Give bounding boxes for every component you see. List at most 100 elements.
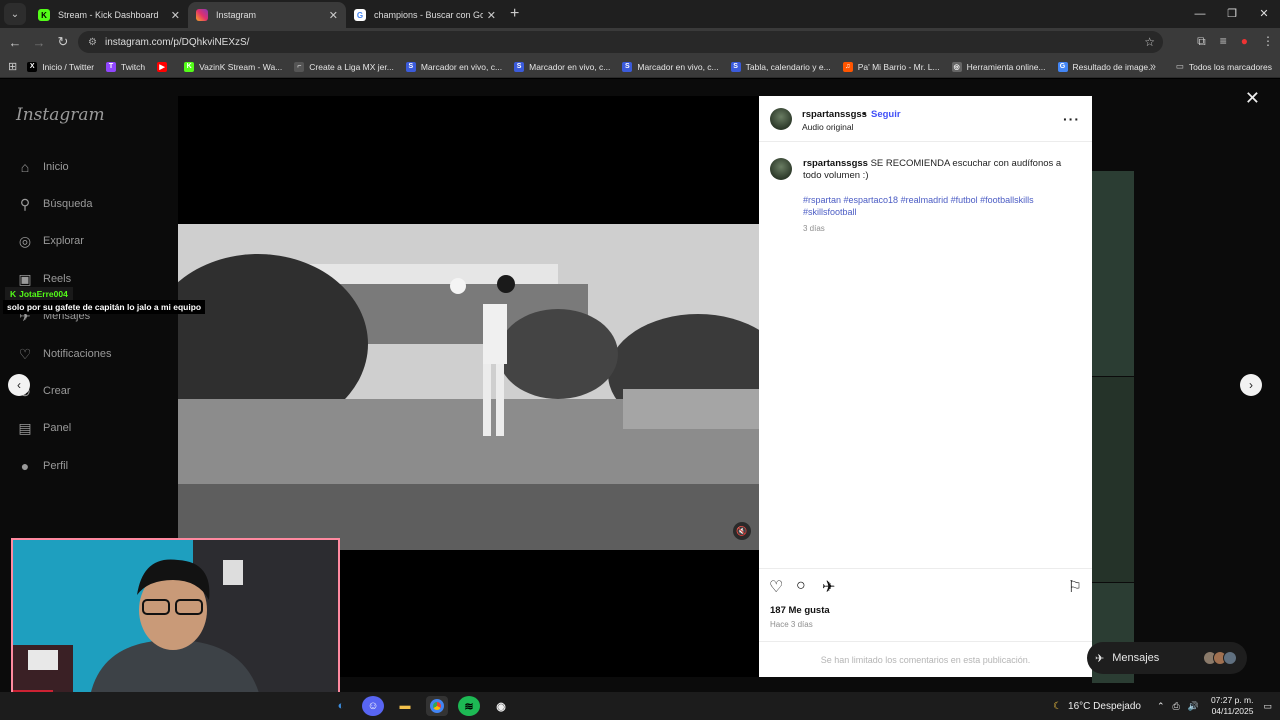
search-icon: ⚲ [19, 195, 31, 212]
bookmark-favicon-icon: ♫ [842, 61, 853, 72]
extensions-icon[interactable]: ⧉ [1197, 34, 1206, 49]
next-post-arrow-icon[interactable]: › [1240, 374, 1262, 396]
discord-icon[interactable]: ☺ [362, 696, 384, 716]
toolbar: ← → ↻ ⚙ instagram.com/p/DQhkviNEXzS/ ☆ ⧉… [0, 28, 1280, 56]
bookmark-item[interactable]: K VazinK Stream - Wa... [184, 61, 282, 72]
tray-chevron-icon[interactable]: ⌃ [1157, 701, 1165, 712]
audio-label[interactable]: Audio original [802, 122, 854, 132]
moon-icon: ☾ [1053, 700, 1063, 712]
obs-icon[interactable]: ◉ [490, 696, 512, 716]
tab-google[interactable]: G champions - Buscar con Google ✕ [346, 2, 504, 28]
bookmark-item[interactable]: ◎ Herramienta online... [951, 61, 1046, 72]
bookmark-item[interactable]: S Marcador en vivo, c... [622, 61, 719, 72]
menu-icon[interactable]: ⋮ [1262, 34, 1274, 49]
compass-icon: ◎ [18, 232, 32, 249]
bookmark-item[interactable]: S Tabla, calendario y e... [730, 61, 831, 72]
bookmark-item[interactable]: S Marcador en vivo, c... [405, 61, 502, 72]
follow-button[interactable]: Seguir [871, 109, 901, 120]
post-video[interactable]: 🔇 [178, 224, 759, 550]
new-tab-button[interactable]: + [510, 5, 519, 23]
bookmarks-bar: ⊞ X Inicio / Twitter T Twitch ▶ K VazinK Strea… [0, 56, 1280, 78]
prev-post-arrow-icon[interactable]: ‹ [8, 374, 30, 396]
caption-username[interactable]: rspartanssgss [803, 158, 868, 169]
nav-item-reels[interactable]: ▣ Reels [16, 270, 71, 288]
bookmark-item[interactable]: ▶ [157, 61, 172, 72]
close-icon[interactable]: ✕ [1245, 88, 1260, 109]
folder-icon: ▭ [1175, 61, 1184, 71]
media-control-icon[interactable]: ≡ [1220, 34, 1227, 49]
minimize-icon[interactable]: — [1184, 0, 1216, 28]
taskbar: ◐ ☺ ▬ ≋ ◉ ☾ 16°C Despejado ⌃ ⎙ 🔊 07:27 p… [0, 692, 1280, 720]
edge-icon[interactable]: ◐ [330, 696, 352, 716]
apps-icon[interactable]: ⊞ [8, 60, 17, 73]
like-heart-icon[interactable]: ♡ [769, 577, 783, 597]
instagram-logo[interactable]: Instagram [16, 105, 105, 125]
chat-username: K JotaErre004 [5, 287, 73, 300]
close-window-icon[interactable]: ✕ [1248, 0, 1280, 28]
bookmark-item[interactable]: ♫ Pa' Mi Barrio - Mr. L... [842, 61, 940, 72]
nav-item-inicio[interactable]: ⌂ Inicio [16, 158, 69, 176]
messages-button[interactable]: ✈ Mensajes [1087, 642, 1247, 674]
screen: ⌄ K Stream - Kick Dashboard ✕ Instagram … [0, 0, 1280, 720]
tab-kick[interactable]: K Stream - Kick Dashboard ✕ [30, 2, 188, 28]
mute-icon[interactable]: 🔇 [733, 522, 751, 540]
avatar[interactable] [770, 108, 792, 130]
avatar[interactable] [770, 158, 792, 180]
toolbar-icons: ⧉ ≡ ● ⋮ [1197, 34, 1274, 49]
notifications-icon[interactable]: ▭ [1263, 701, 1272, 712]
post-age: 3 días [803, 224, 825, 233]
panel-icon: ▤ [18, 419, 32, 436]
clock[interactable]: 07:27 p. m. 04/11/2025 [1211, 695, 1254, 717]
tab-title: Stream - Kick Dashboard [58, 10, 159, 20]
bookmark-item[interactable]: X Inicio / Twitter [27, 61, 95, 72]
forward-icon[interactable]: → [27, 35, 51, 50]
share-icon[interactable]: ✈ [822, 577, 835, 597]
bookmark-label: Inicio / Twitter [42, 61, 95, 72]
bookmark-favicon-icon: S [622, 61, 633, 72]
bookmark-item[interactable]: S Marcador en vivo, c... [514, 61, 610, 72]
hashtags[interactable]: #rspartan #espartaco18 #realmadrid #futb… [803, 194, 1063, 218]
nav-item-perfil[interactable]: ● Perfil [16, 457, 68, 475]
clock-time: 07:27 p. m. [1210, 695, 1254, 705]
likes-count[interactable]: 187 Me gusta [770, 605, 830, 616]
weather-widget[interactable]: ☾ 16°C Despejado [1053, 701, 1141, 712]
nav-item-notificaciones[interactable]: ♡ Notificaciones [16, 345, 112, 363]
nav-item-panel[interactable]: ▤ Panel [16, 419, 71, 437]
tab-instagram[interactable]: Instagram ✕ [188, 2, 346, 28]
more-bookmarks-icon[interactable]: » [1150, 61, 1156, 73]
back-icon[interactable]: ← [3, 35, 27, 50]
chrome-icon[interactable] [426, 696, 448, 716]
post-header: rspartanssgss • Seguir Audio original ··… [759, 96, 1092, 142]
reload-icon[interactable]: ↻ [51, 34, 75, 50]
post-username[interactable]: rspartanssgss [802, 109, 867, 120]
grid-thumbnail[interactable] [1092, 171, 1134, 376]
more-options-icon[interactable]: ··· [1063, 111, 1080, 127]
save-bookmark-icon[interactable]: ⚐ [1068, 577, 1082, 597]
close-tab-icon[interactable]: ✕ [487, 9, 496, 22]
grid-thumbnail[interactable] [1092, 377, 1134, 582]
tab-search-button[interactable]: ⌄ [4, 3, 26, 25]
spotify-icon[interactable]: ≋ [458, 696, 480, 716]
profile-icon[interactable]: ● [1241, 34, 1248, 49]
bookmark-star-icon[interactable]: ☆ [1144, 35, 1155, 49]
weather-text: 16°C Despejado [1068, 700, 1141, 712]
network-icon[interactable]: ⎙ [1173, 701, 1180, 712]
address-bar[interactable]: ⚙ instagram.com/p/DQhkviNEXzS/ ☆ [78, 31, 1163, 53]
bookmark-item[interactable]: ⌐ Create a Liga MX jer... [294, 61, 394, 72]
bookmark-favicon-icon: G [1057, 61, 1068, 72]
close-tab-icon[interactable]: ✕ [171, 9, 180, 22]
file-explorer-icon[interactable]: ▬ [394, 696, 416, 716]
all-bookmarks-label: Todos los marcadores [1188, 61, 1272, 72]
all-bookmarks-button[interactable]: ▭ Todos los marcadores [1176, 61, 1272, 72]
close-tab-icon[interactable]: ✕ [329, 9, 338, 22]
volume-icon[interactable]: 🔊 [1188, 701, 1199, 712]
comment-icon[interactable]: ○ [796, 577, 806, 595]
maximize-icon[interactable]: ❐ [1216, 0, 1248, 28]
nav-label: Explorar [43, 235, 84, 247]
bookmark-item[interactable]: T Twitch [106, 61, 145, 72]
site-info-icon[interactable]: ⚙ [88, 37, 97, 48]
nav-item-búsqueda[interactable]: ⚲ Búsqueda [16, 195, 93, 213]
nav-item-explorar[interactable]: ◎ Explorar [16, 232, 84, 250]
bookmark-item[interactable]: G Resultado de image... [1057, 61, 1155, 72]
chat-user-label: JotaErre004 [19, 288, 68, 299]
